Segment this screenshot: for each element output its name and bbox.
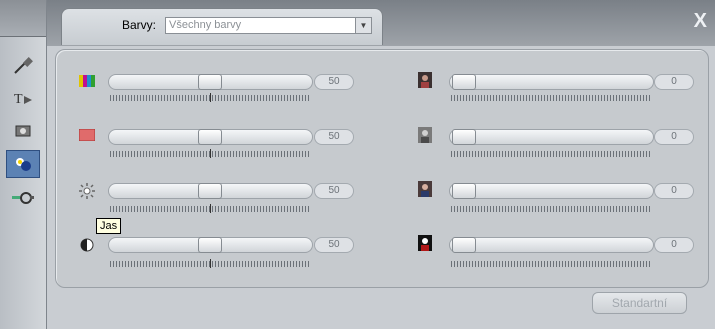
saturation-slider-thumb[interactable] — [198, 129, 222, 145]
portrait-1-slider[interactable] — [449, 74, 654, 90]
standard-button[interactable]: Standartní — [592, 292, 687, 314]
text-tool-icon: T — [14, 92, 32, 107]
brightness-icon — [79, 183, 95, 199]
hue-midtick — [210, 93, 211, 102]
contrast-slider-thumb[interactable] — [198, 237, 222, 253]
portrait-3-value[interactable]: 0 — [654, 183, 694, 199]
portrait-3-slider[interactable] — [449, 183, 654, 199]
sidebar-top — [0, 0, 46, 37]
portrait-3-ticks — [451, 206, 651, 212]
portrait-1-ticks — [451, 95, 651, 101]
brightness-slider-thumb[interactable] — [198, 183, 222, 199]
hue-value[interactable]: 50 — [314, 74, 354, 90]
sidebar-item-eyedropper[interactable] — [6, 52, 40, 80]
portrait-4-slider[interactable] — [449, 237, 654, 253]
portrait-1-value[interactable]: 0 — [654, 74, 694, 90]
color-select[interactable]: Všechny barvy ▼ — [165, 17, 372, 34]
sidebar-item-camera[interactable] — [6, 116, 40, 144]
tooltip-jas: Jas — [96, 218, 122, 234]
portrait-2-value[interactable]: 0 — [654, 129, 694, 145]
hue-slider-thumb[interactable] — [198, 74, 222, 90]
portrait-3-icon — [418, 181, 434, 197]
color-select-value: Všechny barvy — [169, 19, 242, 31]
contrast-value[interactable]: 50 — [314, 237, 354, 253]
portrait-2-icon — [418, 127, 434, 143]
sidebar-item-text[interactable]: T — [6, 84, 40, 112]
portrait-2-ticks — [451, 151, 651, 157]
contrast-slider[interactable] — [108, 237, 313, 253]
sidebar-item-effects[interactable] — [6, 184, 40, 212]
portrait-4-value[interactable]: 0 — [654, 237, 694, 253]
contrast-midtick — [210, 259, 211, 268]
contrast-icon — [79, 237, 95, 252]
portrait-2-slider-thumb[interactable] — [452, 129, 476, 145]
header-tab: Barvy: Všechny barvy ▼ — [61, 8, 383, 45]
hue-icon — [79, 74, 95, 88]
sidebar: T — [0, 0, 47, 329]
saturation-icon — [78, 128, 96, 142]
saturation-slider[interactable] — [108, 129, 313, 145]
title-bar: Barvy: Všechny barvy ▼ X — [47, 0, 715, 46]
close-button[interactable]: X — [694, 10, 707, 33]
portrait-1-icon — [418, 72, 434, 88]
brightness-slider[interactable] — [108, 183, 313, 199]
effects-icon — [12, 192, 34, 204]
brightness-midtick — [210, 204, 211, 213]
barvy-label: Barvy: — [122, 18, 157, 32]
portrait-3-slider-thumb[interactable] — [452, 183, 476, 199]
saturation-midtick — [210, 149, 211, 158]
chevron-down-icon[interactable]: ▼ — [355, 18, 371, 33]
sidebar-item-color-adjust[interactable] — [6, 150, 40, 178]
portrait-4-slider-thumb[interactable] — [452, 237, 476, 253]
camera-icon — [15, 125, 31, 137]
portrait-4-icon — [418, 235, 434, 251]
portrait-2-slider[interactable] — [449, 129, 654, 145]
portrait-1-slider-thumb[interactable] — [452, 74, 476, 90]
svg-text:T: T — [14, 92, 23, 107]
eyedropper-icon — [14, 57, 33, 74]
brightness-value[interactable]: 50 — [314, 183, 354, 199]
color-adjust-icon — [16, 158, 31, 171]
saturation-value[interactable]: 50 — [314, 129, 354, 145]
hue-slider[interactable] — [108, 74, 313, 90]
portrait-4-ticks — [451, 261, 651, 267]
